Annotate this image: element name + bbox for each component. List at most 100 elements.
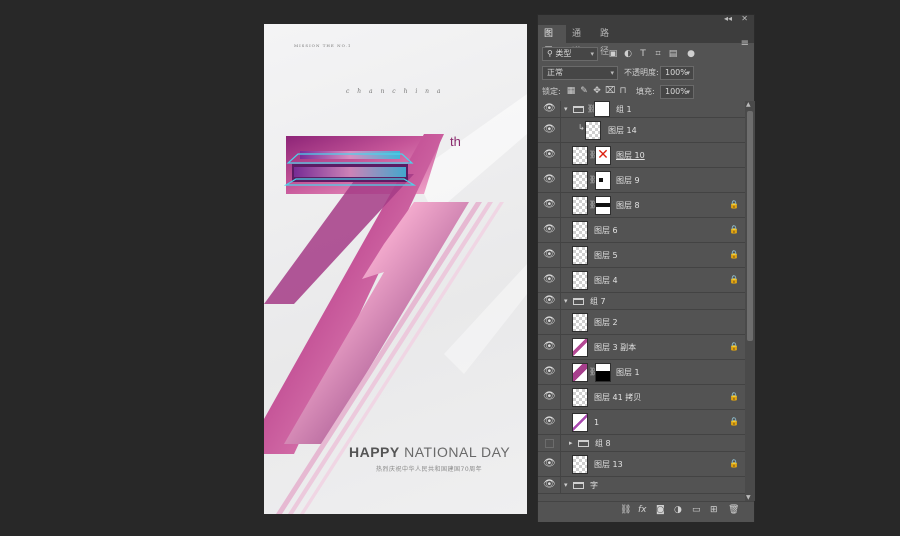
pixel-filter-icon[interactable]: ▣: [608, 49, 618, 59]
lock-all-icon[interactable]: ⊓: [618, 86, 628, 96]
visibility-eye-icon[interactable]: 👁: [543, 479, 556, 491]
layers-scrollbar[interactable]: ▲ ▼: [745, 101, 755, 501]
layer-thumbnail[interactable]: [572, 246, 588, 265]
close-icon[interactable]: ✕: [741, 14, 748, 23]
lock-transparency-icon[interactable]: ▦: [566, 86, 576, 96]
trash-icon[interactable]: 🗑: [728, 505, 739, 515]
visibility-eye-icon[interactable]: 👁: [543, 458, 556, 470]
layer-row[interactable]: 👁 图层 13 🔒: [538, 452, 745, 477]
lock-icon: 🔒: [729, 392, 739, 401]
visibility-eye-icon[interactable]: 👁: [543, 416, 556, 428]
layer-row[interactable]: 👁 图层 6 🔒: [538, 218, 745, 243]
lock-position-icon[interactable]: ✥: [592, 86, 602, 96]
layer-row[interactable]: 👁 图层 41 拷贝 🔒: [538, 385, 745, 410]
layer-row[interactable]: 👁 图层 3 副本 🔒: [538, 335, 745, 360]
chevron-down-icon[interactable]: ▾: [564, 293, 568, 310]
tab-layers[interactable]: 图层: [538, 25, 566, 57]
layer-row[interactable]: 👁 ⛓ 图层 8 🔒: [538, 193, 745, 218]
layer-row[interactable]: 👁 ⛓ 图层 1: [538, 360, 745, 385]
blend-mode-select[interactable]: 正常 ▾: [542, 66, 618, 80]
layer-row[interactable]: 👁 ⛓ ✕ 图层 10: [538, 143, 745, 168]
group-mask-thumbnail[interactable]: [594, 101, 610, 117]
layer-thumbnail[interactable]: [572, 363, 588, 382]
layer-thumbnail[interactable]: [572, 313, 588, 332]
layer-row[interactable]: 👁 1 🔒: [538, 410, 745, 435]
mask-thumbnail[interactable]: [595, 171, 611, 190]
visibility-eye-icon[interactable]: 👁: [543, 316, 556, 328]
disabled-mask-thumbnail[interactable]: ✕: [595, 146, 611, 165]
smart-object-filter-icon[interactable]: ▤: [668, 49, 678, 59]
visibility-toggle-off[interactable]: [545, 439, 554, 448]
layer-row[interactable]: 👁 ▾ ⛓ 组 1: [538, 101, 745, 118]
adjustment-layer-icon[interactable]: ◑: [674, 505, 682, 515]
layer-row[interactable]: 👁 图层 2: [538, 310, 745, 335]
layer-filter-row: ⚲ 类型 ▾ ▣ ◐ T ⌗ ▤ ●: [538, 46, 754, 64]
layer-thumbnail[interactable]: [572, 146, 588, 165]
layer-thumbnail[interactable]: [572, 171, 588, 190]
visibility-eye-icon[interactable]: 👁: [543, 174, 556, 186]
chevron-down-icon[interactable]: ▾: [564, 101, 568, 118]
visibility-eye-icon[interactable]: 👁: [543, 274, 556, 286]
layer-thumbnail[interactable]: [572, 413, 588, 432]
chevron-down-icon: ▾: [686, 88, 690, 96]
layer-row[interactable]: 👁 图层 4 🔒: [538, 268, 745, 293]
chevron-right-icon[interactable]: ▸: [569, 435, 573, 452]
collapse-icon[interactable]: ◂◂: [724, 14, 732, 23]
visibility-eye-icon[interactable]: 👁: [543, 199, 556, 211]
visibility-eye-icon[interactable]: 👁: [543, 391, 556, 403]
mask-thumbnail[interactable]: [595, 196, 611, 215]
visibility-eye-icon[interactable]: 👁: [543, 149, 556, 161]
opacity-input[interactable]: 100% ▾: [660, 66, 694, 80]
fx-icon[interactable]: fx: [638, 505, 647, 515]
layer-name: 图层 8: [616, 201, 640, 210]
visibility-eye-icon[interactable]: 👁: [543, 249, 556, 261]
lock-icon: 🔒: [729, 342, 739, 351]
layer-thumbnail[interactable]: [572, 221, 588, 240]
filter-kind-value: 类型: [555, 49, 572, 58]
scrollbar-thumb[interactable]: [747, 111, 753, 341]
layer-thumbnail[interactable]: [585, 121, 601, 140]
layer-thumbnail[interactable]: [572, 455, 588, 474]
adjustment-filter-icon[interactable]: ◐: [623, 49, 633, 59]
tab-paths[interactable]: 路径: [594, 25, 622, 57]
tab-channels[interactable]: 通道: [566, 25, 594, 57]
layer-row[interactable]: 👁 图层 5 🔒: [538, 243, 745, 268]
fill-input[interactable]: 100% ▾: [660, 85, 694, 99]
visibility-eye-icon[interactable]: 👁: [543, 295, 556, 307]
layer-row[interactable]: 👁 ▾ 字: [538, 477, 745, 494]
layer-name: 图层 4: [594, 276, 618, 285]
poster-top-text: MISSION THE NO.1: [294, 43, 352, 48]
chevron-down-icon[interactable]: ▾: [564, 477, 568, 494]
layer-thumbnail[interactable]: [572, 196, 588, 215]
layer-row[interactable]: 👁 ▾ 组 7: [538, 293, 745, 310]
scroll-down-icon[interactable]: ▼: [746, 494, 751, 501]
shape-filter-icon[interactable]: ⌗: [653, 49, 663, 59]
scroll-up-icon[interactable]: ▲: [746, 101, 751, 108]
link-layers-icon[interactable]: ⛓: [620, 505, 631, 515]
lock-image-icon[interactable]: ✎: [579, 86, 589, 96]
add-mask-icon[interactable]: ◙: [656, 505, 665, 515]
layer-thumbnail[interactable]: [572, 388, 588, 407]
lock-icon: 🔒: [729, 200, 739, 209]
visibility-eye-icon[interactable]: 👁: [543, 341, 556, 353]
visibility-eye-icon[interactable]: 👁: [543, 124, 556, 136]
visibility-eye-icon[interactable]: 👁: [543, 103, 556, 115]
document-canvas[interactable]: MISSION THE NO.1 c h a n c h i n a th HA…: [264, 24, 527, 514]
layer-row[interactable]: 👁 ↳ 图层 14: [538, 118, 745, 143]
layer-row[interactable]: ▸ 组 8: [538, 435, 745, 452]
visibility-eye-icon[interactable]: 👁: [543, 224, 556, 236]
folder-icon: [578, 440, 589, 447]
layers-bottom-toolbar: ⛓ fx ◙ ◑ ▭ ⊞ 🗑: [538, 501, 754, 522]
filter-kind-select[interactable]: ⚲ 类型 ▾: [542, 47, 598, 61]
visibility-eye-icon[interactable]: 👁: [543, 366, 556, 378]
type-filter-icon[interactable]: T: [638, 49, 648, 59]
layer-name: 图层 3 副本: [594, 343, 637, 352]
lock-artboard-icon[interactable]: ⌧: [605, 86, 615, 96]
mask-thumbnail[interactable]: [595, 363, 611, 382]
new-layer-icon[interactable]: ⊞: [710, 505, 718, 515]
filter-toggle-icon[interactable]: ●: [686, 49, 696, 59]
layer-thumbnail[interactable]: [572, 338, 588, 357]
new-group-icon[interactable]: ▭: [692, 505, 701, 515]
layer-row[interactable]: 👁 ⛓ 图层 9: [538, 168, 745, 193]
layer-thumbnail[interactable]: [572, 271, 588, 290]
